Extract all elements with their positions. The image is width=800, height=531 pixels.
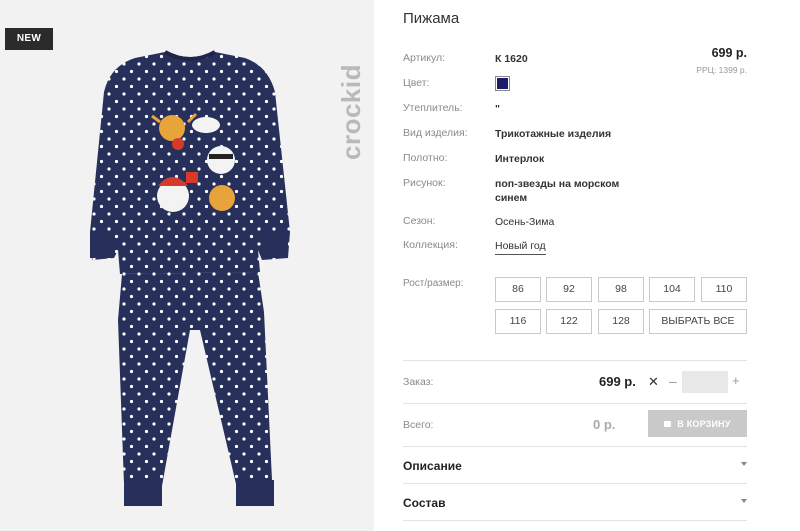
pajama-image (90, 50, 290, 506)
lock-icon (664, 421, 672, 428)
accordion-description[interactable]: Описание (403, 459, 747, 473)
new-badge: NEW (5, 28, 53, 50)
size-option-92[interactable]: 92 (546, 277, 592, 302)
spec-value: Осень-Зима (495, 216, 555, 228)
size-option-122[interactable]: 122 (546, 309, 592, 334)
size-option-110[interactable]: 110 (701, 277, 747, 302)
spec-label: Коллекция: (403, 239, 458, 251)
brand-logo: crockid (336, 64, 366, 160)
color-swatch-fill (497, 78, 508, 89)
add-to-cart-button[interactable]: В КОРЗИНУ (648, 410, 747, 437)
size-option-98[interactable]: 98 (598, 277, 644, 302)
size-option-116[interactable]: 116 (495, 309, 541, 334)
collection-link[interactable]: Новый год (495, 239, 546, 255)
spec-value: поп-звезды на морском синем (495, 178, 620, 204)
spec-label: Утеплитель: (403, 102, 463, 114)
order-price: 699 р. (599, 374, 636, 389)
product-title: Пижама (403, 10, 460, 27)
times-icon: ✕ (648, 374, 659, 389)
accordion-label: Описание (403, 459, 462, 473)
spec-value: К 1620 (495, 53, 528, 65)
quantity-input[interactable] (682, 371, 728, 393)
divider (403, 360, 747, 361)
spec-label: Артикул: (403, 52, 446, 64)
size-option-104[interactable]: 104 (649, 277, 695, 302)
size-option-86[interactable]: 86 (495, 277, 541, 302)
recommended-retail-price: РРЦ: 1399 р. (696, 65, 747, 75)
size-label: Рост/размер: (403, 278, 464, 289)
divider (403, 446, 747, 447)
spec-label: Сезон: (403, 215, 436, 227)
spec-value: " (495, 103, 500, 115)
divider (403, 483, 747, 484)
spec-label: Цвет: (403, 77, 430, 89)
spec-value: Интерлок (495, 153, 545, 165)
color-swatch[interactable] (495, 76, 510, 91)
total-label: Всего: (403, 419, 434, 431)
chevron-down-icon (741, 462, 747, 466)
product-photo[interactable]: NEW crockid (0, 0, 374, 531)
add-to-cart-label: В КОРЗИНУ (677, 418, 731, 429)
decrease-quantity-button[interactable]: – (669, 373, 677, 389)
spec-label: Вид изделия: (403, 127, 468, 139)
total-value: 0 р. (593, 417, 616, 432)
spec-value: Трикотажные изделия (495, 128, 612, 140)
spec-label: Полотно: (403, 152, 448, 164)
accordion-label: Состав (403, 496, 446, 510)
spec-label: Рисунок: (403, 177, 446, 189)
order-label: Заказ: (403, 376, 434, 388)
select-all-sizes-button[interactable]: ВЫБРАТЬ ВСЕ (649, 309, 747, 334)
product-price: 699 р. (711, 46, 747, 60)
accordion-composition[interactable]: Состав (403, 496, 747, 510)
chevron-down-icon (741, 499, 747, 503)
divider (403, 520, 747, 521)
product-details-panel: Пижама 699 р. РРЦ: 1399 р. Артикул: К 16… (403, 0, 747, 531)
increase-quantity-button[interactable]: + (732, 373, 740, 388)
size-option-128[interactable]: 128 (598, 309, 644, 334)
divider (403, 403, 747, 404)
